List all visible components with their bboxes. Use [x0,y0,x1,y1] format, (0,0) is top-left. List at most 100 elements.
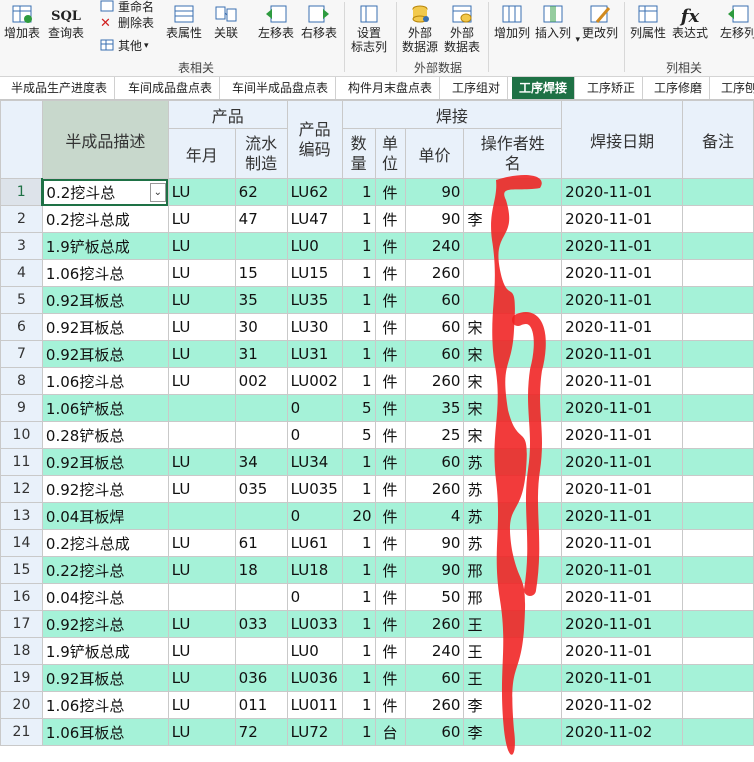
cell-unit[interactable]: 件 [374,502,406,530]
cell-remark[interactable] [682,448,754,476]
cell-price[interactable]: 60 [404,718,465,746]
cell-code[interactable]: LU31 [286,340,343,368]
cell-date[interactable]: 2020-11-01 [561,178,684,206]
cell-qty[interactable]: 1 [341,691,376,719]
cell-year-month[interactable]: LU [167,610,236,638]
row-number[interactable]: 8 [0,367,43,395]
cell-qty[interactable]: 1 [341,610,376,638]
cell-qty[interactable]: 1 [341,178,376,206]
set-flag-column-button[interactable]: 设置 标志列 [351,2,387,54]
cell-unit[interactable]: 台 [374,718,406,746]
tab-process-planing[interactable]: 工序刨 [714,77,754,99]
row-number[interactable]: 10 [0,421,43,449]
cell-code[interactable]: LU62 [286,178,343,206]
cell-unit[interactable]: 件 [374,556,406,584]
cell-qty[interactable]: 1 [341,232,376,260]
cell-unit[interactable]: 件 [374,448,406,476]
cell-serial[interactable] [234,583,288,611]
edit-column-button[interactable]: 更改列 [582,2,618,40]
cell-price[interactable]: 240 [404,637,465,665]
row-number[interactable]: 13 [0,502,43,530]
cell-remark[interactable] [682,313,754,341]
cell-serial[interactable]: 15 [234,259,288,287]
query-table-button[interactable]: SQL 查询表 [48,2,84,41]
header-qty[interactable]: 数 量 [341,128,376,179]
row-number[interactable]: 1 [0,178,44,206]
corner-cell[interactable] [0,100,43,179]
cell-code[interactable]: 0 [286,421,343,449]
row-number[interactable]: 2 [0,205,43,233]
cell-year-month[interactable]: LU [167,259,236,287]
cell-code[interactable]: LU30 [286,313,343,341]
cell-operator[interactable] [463,178,563,206]
row-number[interactable]: 18 [0,637,43,665]
cell-date[interactable]: 2020-11-01 [561,475,684,503]
cell-serial[interactable]: 011 [234,691,288,719]
cell-remark[interactable] [682,205,754,233]
cell-qty[interactable]: 1 [341,286,376,314]
cell-qty[interactable]: 1 [341,718,376,746]
cell-code[interactable]: LU033 [286,610,343,638]
cell-remark[interactable] [682,691,754,719]
tab-process-correction[interactable]: 工序矫正 [580,77,644,99]
cell-code[interactable]: LU18 [286,556,343,584]
cell-operator[interactable]: 王 [463,610,563,638]
cell-operator[interactable]: 邢 [463,583,563,611]
cell-operator[interactable]: 宋 [463,340,563,368]
cell-price[interactable]: 60 [404,664,465,692]
cell-operator[interactable]: 王 [463,637,563,665]
cell-date[interactable]: 2020-11-01 [561,583,684,611]
cell-qty[interactable]: 1 [341,259,376,287]
row-number[interactable]: 9 [0,394,43,422]
cell-desc[interactable]: 0.92耳板总 [41,313,169,341]
cell-code[interactable]: LU47 [286,205,343,233]
cell-price[interactable]: 60 [404,286,465,314]
cell-code[interactable]: LU15 [286,259,343,287]
cell-price[interactable]: 90 [404,529,465,557]
cell-code[interactable]: LU35 [286,286,343,314]
cell-remark[interactable] [682,394,754,422]
cell-desc[interactable]: 1.9铲板总成 [41,232,169,260]
cell-serial[interactable] [234,637,288,665]
cell-remark[interactable] [682,259,754,287]
cell-price[interactable]: 260 [404,259,465,287]
insert-column-button[interactable]: 插入列 ▾ [535,2,580,44]
cell-price[interactable]: 90 [404,556,465,584]
cell-serial[interactable]: 30 [234,313,288,341]
cell-date[interactable]: 2020-11-01 [561,610,684,638]
cell-date[interactable]: 2020-11-01 [561,556,684,584]
row-number[interactable]: 4 [0,259,43,287]
cell-date[interactable]: 2020-11-02 [561,718,684,746]
cell-operator[interactable]: 苏 [463,448,563,476]
cell-unit[interactable]: 件 [374,286,406,314]
external-datasource-button[interactable]: 外部 数据源 [402,2,438,54]
cell-code[interactable]: 0 [286,394,343,422]
cell-desc[interactable]: 1.06挖斗总 [41,367,169,395]
link-button[interactable]: 关联 [214,2,238,40]
header-operator[interactable]: 操作者姓 名 [463,128,563,179]
header-desc[interactable]: 半成品描述 [41,100,169,179]
cell-price[interactable]: 60 [404,340,465,368]
cell-serial[interactable]: 31 [234,340,288,368]
cell-price[interactable]: 50 [404,583,465,611]
row-number[interactable]: 3 [0,232,43,260]
cell-unit[interactable]: 件 [374,178,406,206]
cell-year-month[interactable]: LU [167,367,236,395]
cell-year-month[interactable]: LU [167,313,236,341]
cell-desc[interactable]: 0.2挖斗总成 [41,529,169,557]
cell-desc[interactable]: 0.92耳板总 [41,664,169,692]
cell-year-month[interactable]: LU [167,664,236,692]
cell-desc[interactable]: 0.92耳板总 [41,340,169,368]
cell-operator[interactable] [463,232,563,260]
cell-price[interactable]: 60 [404,448,465,476]
move-column-left-button[interactable]: 左移列 [720,2,754,40]
cell-date[interactable]: 2020-11-02 [561,691,684,719]
cell-unit[interactable]: 件 [374,421,406,449]
row-number[interactable]: 12 [0,475,43,503]
move-table-right-button[interactable]: 右移表 [301,2,337,40]
cell-year-month[interactable]: LU [167,718,236,746]
cell-year-month[interactable] [167,502,236,530]
row-number[interactable]: 14 [0,529,43,557]
cell-unit[interactable]: 件 [374,529,406,557]
header-code[interactable]: 产品 编码 [286,100,343,179]
